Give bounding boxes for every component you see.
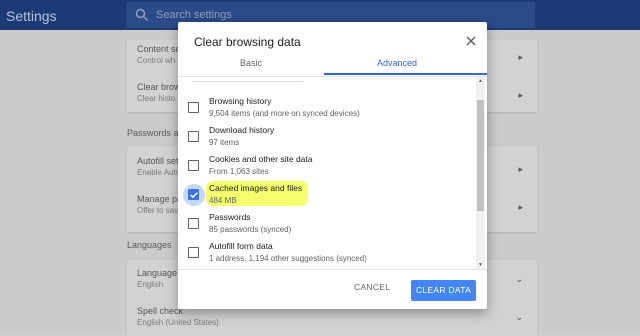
section-title-languages: Languages [127,240,172,250]
item-label: Browsing history [209,96,272,106]
scroll-down-arrow-icon[interactable]: ▼ [478,262,483,268]
list-item-autofill[interactable]: Autofill form data 1 address, 1,194 othe… [178,239,478,267]
chevron-down-icon: ⌄ [515,312,523,322]
chevron-right-icon: ▸ [518,202,523,212]
check-icon [190,192,198,199]
list-item-passwords[interactable]: Passwords 85 passwords (synced) [178,210,478,238]
clear-browsing-data-dialog: Clear browsing data Basic Advanced Brows… [178,22,487,309]
active-tab-indicator [324,73,487,75]
time-range-select[interactable] [193,77,303,82]
list-item-browsing-history[interactable]: Browsing history 9,504 items (and more o… [178,94,478,122]
row-sub: Offer to sav [137,206,179,215]
checkbox[interactable] [188,160,199,171]
scrollbar[interactable]: ▲ ▼ [476,77,485,269]
row-sub: Enable Auto [137,168,181,177]
item-label: Cookies and other site data [209,154,313,164]
item-label: Autofill form data [209,241,273,251]
row-title: Autofill set [137,156,179,166]
search-placeholder: Search settings [156,9,232,21]
checkbox[interactable] [188,218,199,229]
item-detail: 484 MB [209,196,237,205]
data-type-list[interactable]: Browsing history 9,504 items (and more o… [178,77,487,269]
tab-bar: Basic Advanced [178,52,487,77]
autofill-settings-row[interactable]: Autofill set Enable Auto [137,156,180,177]
item-label: Download history [209,125,275,135]
row-title: Content set [137,44,184,54]
item-detail: 97 items [209,138,240,147]
list-item-download-history[interactable]: Download history 97 items [178,123,478,151]
clear-data-button[interactable]: CLEAR DATA [411,280,476,301]
tab-advanced[interactable]: Advanced [324,58,470,68]
item-detail: 9,504 items (and more on synced devices) [209,109,360,118]
checkbox-checked[interactable] [188,189,199,200]
chevron-right-icon: ▸ [518,52,523,62]
item-label: Passwords [209,212,251,222]
content-settings-row[interactable]: Content set Control wh [137,44,183,65]
item-label: Cached images and files [209,183,303,193]
list-item-cached-images[interactable]: Cached images and files 484 MB [178,181,478,209]
row-title: Language [137,268,178,278]
dialog-footer: CANCEL CLEAR DATA [178,269,487,309]
row-sub: Control wh [137,56,176,65]
row-sub: English (United States) [137,318,219,327]
list-item-cookies[interactable]: Cookies and other site data From 1,063 s… [178,152,478,180]
item-detail: 85 passwords (synced) [209,225,292,234]
tab-basic[interactable]: Basic [178,58,324,68]
chevron-right-icon: ▸ [518,164,523,174]
search-icon [135,8,149,22]
row-title: Manage pa [137,194,183,204]
app-title: Settings [6,8,57,24]
row-sub: English [137,280,164,289]
checkbox[interactable] [188,247,199,258]
item-detail: From 1,063 sites [209,167,269,176]
dialog-title: Clear browsing data [194,35,301,49]
item-detail: 1 address, 1,194 other suggestions (sync… [209,254,367,263]
language-row[interactable]: Language English [137,268,177,289]
spell-check-row[interactable]: Spell check English (United States) [137,306,219,327]
close-icon[interactable] [465,35,477,47]
chevron-down-icon: ⌄ [515,274,523,284]
cancel-button[interactable]: CANCEL [354,282,390,292]
manage-passwords-row[interactable]: Manage pa Offer to sav [137,194,182,215]
scroll-up-arrow-icon[interactable]: ▲ [478,78,483,84]
checkbox[interactable] [188,131,199,142]
checkbox[interactable] [188,102,199,113]
scrollbar-thumb[interactable] [477,100,484,211]
chevron-right-icon: ▸ [518,90,523,100]
